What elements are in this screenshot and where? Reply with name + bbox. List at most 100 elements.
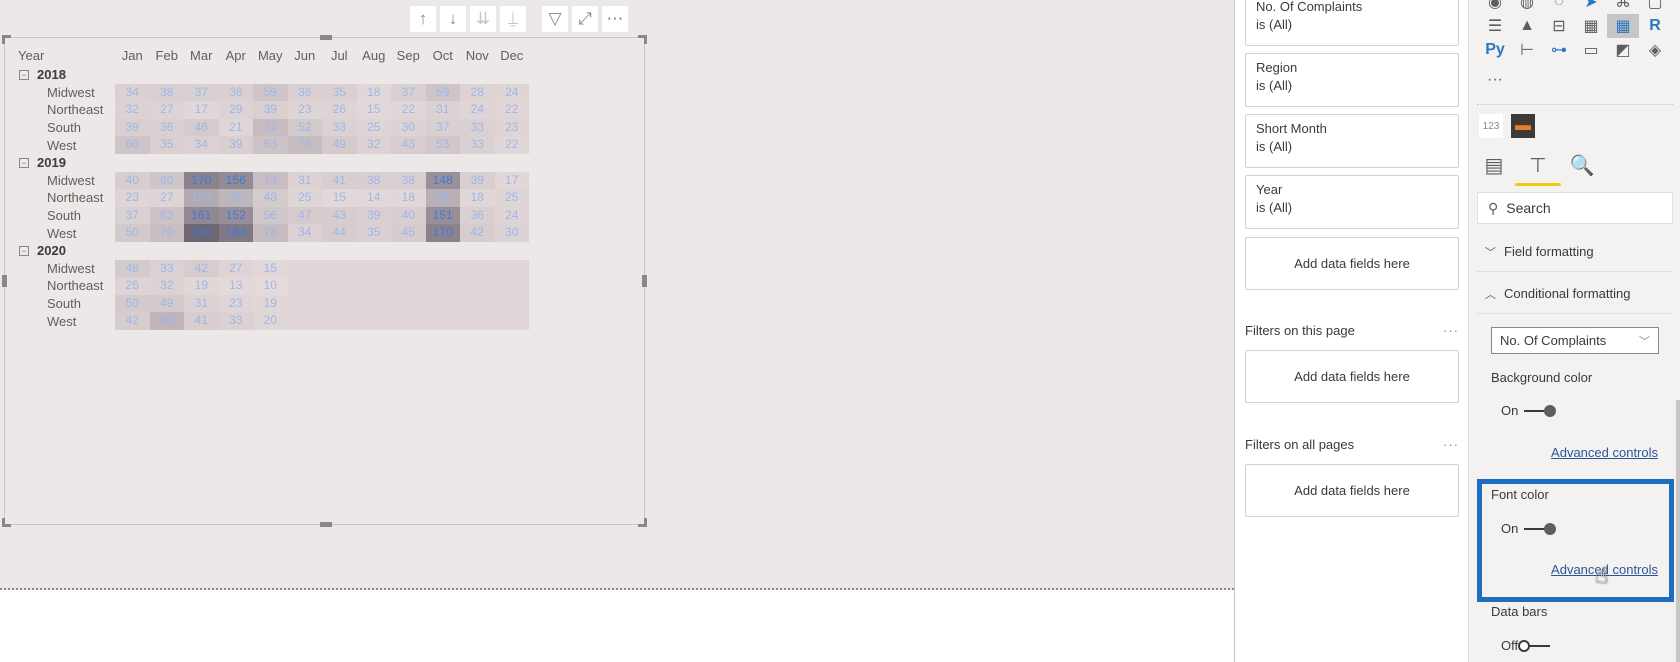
matrix-cell[interactable]: 33: [149, 259, 184, 278]
matrix-cell[interactable]: 37: [115, 206, 150, 225]
matrix-cell[interactable]: 42: [460, 224, 495, 242]
page-filters-drop-zone[interactable]: Add data fields here: [1245, 350, 1459, 403]
matrix-cell[interactable]: 35: [322, 83, 357, 102]
matrix-cell[interactable]: 38: [149, 83, 184, 102]
matrix-cell[interactable]: [287, 312, 322, 330]
matrix-cell[interactable]: 32: [115, 101, 150, 119]
filter-card[interactable]: Short Month is (All): [1245, 114, 1459, 168]
filled-map-icon[interactable]: ◍: [1511, 0, 1543, 14]
matrix-cell[interactable]: [425, 259, 460, 278]
matrix-cell[interactable]: 22: [391, 101, 426, 119]
format-search-input[interactable]: ⚲ Search: [1477, 192, 1673, 224]
visual-filters-drop-zone[interactable]: Add data fields here: [1245, 237, 1459, 290]
matrix-cell[interactable]: 98: [425, 189, 460, 207]
resize-handle-bottom-right[interactable]: [638, 518, 647, 527]
matrix-cell[interactable]: [356, 259, 391, 278]
measure-dropdown[interactable]: No. Of Complaints ﹀: [1491, 327, 1659, 354]
matrix-cell[interactable]: [460, 294, 495, 313]
matrix-cell[interactable]: 39: [460, 171, 495, 190]
matrix-cell[interactable]: 49: [322, 136, 357, 154]
column-header[interactable]: Apr: [219, 48, 254, 63]
matrix-cell[interactable]: 39: [253, 101, 288, 119]
data-bars-toggle[interactable]: Off: [1501, 638, 1551, 653]
resize-handle-top-right[interactable]: [638, 35, 647, 44]
column-header[interactable]: Mar: [184, 48, 219, 63]
matrix-cell[interactable]: 42: [184, 259, 219, 278]
qa-icon[interactable]: ⊶: [1543, 38, 1575, 62]
matrix-visual[interactable]: Year Jan Feb Mar Apr May Jun Jul Aug Sep Oct Nov De…: [2, 35, 647, 527]
decomposition-tree-icon[interactable]: ⊢: [1511, 38, 1543, 62]
matrix-cell[interactable]: [460, 259, 495, 278]
matrix-cell[interactable]: [322, 312, 357, 330]
matrix-cell[interactable]: 37: [425, 118, 460, 137]
drill-down-icon[interactable]: ↓: [440, 6, 466, 32]
column-header[interactable]: Dec: [495, 48, 530, 63]
background-advanced-controls-link[interactable]: Advanced controls: [1551, 445, 1658, 460]
matrix-cell[interactable]: 56: [253, 206, 288, 225]
expand-hierarchy-icon[interactable]: ⍊: [500, 6, 526, 32]
collapse-icon[interactable]: −: [19, 245, 29, 256]
matrix-cell[interactable]: 25: [356, 118, 391, 137]
matrix-cell[interactable]: 43: [391, 136, 426, 154]
matrix-cell[interactable]: 33: [218, 312, 253, 330]
matrix-cell[interactable]: 24: [494, 206, 529, 225]
column-header[interactable]: Nov: [460, 48, 495, 63]
matrix-cell[interactable]: 33: [460, 136, 495, 154]
column-header[interactable]: Feb: [150, 48, 185, 63]
filter-icon[interactable]: ▽: [542, 6, 568, 32]
resize-handle-bottom-left[interactable]: [2, 518, 11, 527]
matrix-cell[interactable]: 15: [253, 259, 288, 278]
matrix-cell[interactable]: 53: [425, 136, 460, 154]
matrix-cell[interactable]: [322, 277, 357, 295]
matrix-cell[interactable]: 78: [253, 224, 288, 242]
field-formatting-section[interactable]: ﹀ Field formatting: [1477, 232, 1673, 272]
matrix-cell[interactable]: 22: [494, 136, 529, 154]
card-icon[interactable]: ☰: [1479, 14, 1511, 38]
column-header[interactable]: Jan: [115, 48, 150, 63]
collapse-icon[interactable]: −: [19, 69, 29, 80]
matrix-cell[interactable]: 35: [356, 224, 391, 242]
matrix-cell[interactable]: 170: [184, 171, 219, 190]
drill-up-icon[interactable]: ↑: [410, 6, 436, 32]
matrix-cell[interactable]: 39: [115, 118, 150, 137]
matrix-cell[interactable]: [425, 277, 460, 295]
matrix-cell[interactable]: 60: [149, 171, 184, 190]
matrix-cell[interactable]: [287, 294, 322, 313]
matrix-cell[interactable]: 13: [218, 277, 253, 295]
matrix-cell[interactable]: 70: [149, 224, 184, 242]
filter-card[interactable]: Region is (All): [1245, 53, 1459, 107]
column-header[interactable]: Jun: [288, 48, 323, 63]
matrix-cell[interactable]: 23: [218, 294, 253, 313]
font-color-toggle[interactable]: On: [1501, 521, 1557, 536]
matrix-cell[interactable]: 36: [218, 83, 253, 102]
matrix-cell[interactable]: [391, 277, 426, 295]
matrix-cell[interactable]: [356, 312, 391, 330]
r-visual-icon[interactable]: R: [1639, 14, 1671, 38]
matrix-cell[interactable]: 45: [391, 224, 426, 242]
matrix-cell[interactable]: 43: [322, 206, 357, 225]
matrix-cell[interactable]: 33: [460, 118, 495, 137]
resize-handle-bottom[interactable]: [320, 522, 332, 527]
matrix-cell[interactable]: [287, 259, 322, 278]
power-apps-icon[interactable]: ◩: [1607, 38, 1639, 62]
matrix-cell[interactable]: 50: [115, 294, 150, 313]
matrix-cell[interactable]: [494, 259, 529, 278]
matrix-cell[interactable]: [460, 312, 495, 330]
matrix-cell[interactable]: [494, 277, 529, 295]
matrix-cell[interactable]: 24: [460, 101, 495, 119]
matrix-cell[interactable]: 31: [184, 294, 219, 313]
matrix-cell[interactable]: 15: [356, 101, 391, 119]
matrix-cell[interactable]: 210: [184, 224, 219, 242]
matrix-cell[interactable]: [391, 259, 426, 278]
filter-card[interactable]: Year is (All): [1245, 175, 1459, 229]
matrix-cell[interactable]: 40: [391, 206, 426, 225]
matrix-cell[interactable]: 39: [218, 136, 253, 154]
matrix-cell[interactable]: 24: [494, 83, 529, 102]
all-pages-filters-more-icon[interactable]: ···: [1443, 437, 1459, 452]
kpi-icon[interactable]: ▲: [1511, 14, 1543, 38]
matrix-cell[interactable]: 26: [322, 101, 357, 119]
matrix-cell[interactable]: 60: [115, 136, 150, 154]
matrix-cell[interactable]: 148: [425, 171, 460, 190]
matrix-cell[interactable]: 34: [184, 136, 219, 154]
matrix-cell[interactable]: 18: [460, 189, 495, 207]
